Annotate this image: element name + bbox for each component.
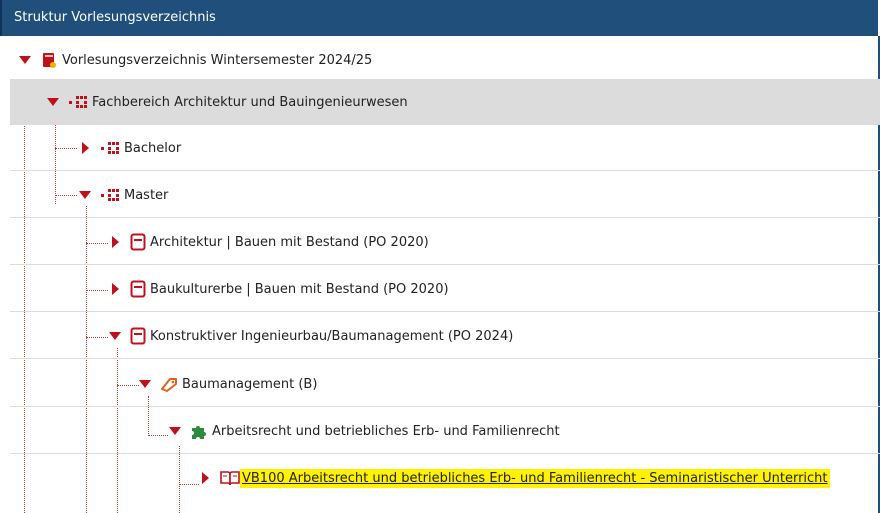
caret-right-icon[interactable]: [108, 235, 122, 249]
tree-label-faculty[interactable]: Fachbereich Architektur und Bauingenieur…: [92, 95, 408, 110]
tree-label-module[interactable]: Baumanagement (B): [182, 377, 317, 392]
tree-item-module[interactable]: Baumanagement (B): [10, 361, 880, 407]
tree-item-faculty[interactable]: Fachbereich Architektur und Bauingenieur…: [10, 79, 880, 125]
caret-down-icon[interactable]: [78, 188, 92, 202]
tree-label-program[interactable]: Architektur | Bauen mit Bestand (PO 2020…: [150, 235, 429, 250]
caret-down-icon[interactable]: [46, 95, 60, 109]
tree-label-program[interactable]: Baukulturerbe | Bauen mit Bestand (PO 20…: [150, 282, 449, 297]
tree-root[interactable]: Vorlesungsverzeichnis Wintersemester 202…: [0, 40, 880, 78]
org-unit-icon: [69, 96, 87, 108]
tree-item-master[interactable]: Master: [10, 172, 880, 218]
caret-down-icon[interactable]: [168, 424, 182, 438]
org-unit-icon: [101, 189, 119, 201]
puzzle-piece-icon: [192, 426, 206, 439]
tag-icon: [161, 378, 177, 392]
caret-down-icon[interactable]: [138, 377, 152, 391]
tree-item-course[interactable]: VB100 Arbeitsrecht und betriebliches Erb…: [10, 455, 880, 501]
tree-item-program[interactable]: Architektur | Bauen mit Bestand (PO 2020…: [10, 219, 880, 265]
tree-item-submodule[interactable]: Arbeitsrecht und betriebliches Erb- und …: [10, 408, 880, 454]
panel-title: Struktur Vorlesungsverzeichnis: [14, 10, 216, 25]
catalog-book-icon: [43, 53, 56, 68]
tree-label-bachelor[interactable]: Bachelor: [124, 141, 181, 156]
open-book-icon: [220, 471, 240, 486]
caret-down-icon[interactable]: [18, 53, 32, 67]
tree-item-program[interactable]: Konstruktiver Ingenieurbau/Baumanagement…: [10, 313, 880, 359]
caret-down-icon[interactable]: [108, 329, 122, 343]
tree-label-master[interactable]: Master: [124, 188, 168, 203]
tree-label-program[interactable]: Konstruktiver Ingenieurbau/Baumanagement…: [150, 329, 513, 344]
caret-right-icon[interactable]: [108, 282, 122, 296]
tree-label-root[interactable]: Vorlesungsverzeichnis Wintersemester 202…: [62, 53, 372, 68]
panel-header: Struktur Vorlesungsverzeichnis: [0, 0, 878, 36]
study-program-icon: [130, 327, 146, 345]
tree-label-submodule[interactable]: Arbeitsrecht und betriebliches Erb- und …: [212, 424, 560, 439]
caret-right-icon[interactable]: [78, 141, 92, 155]
tree-item-program[interactable]: Baukulturerbe | Bauen mit Bestand (PO 20…: [10, 266, 880, 312]
study-program-icon: [130, 233, 146, 251]
course-link[interactable]: VB100 Arbeitsrecht und betriebliches Erb…: [240, 468, 830, 488]
tree-item-bachelor[interactable]: Bachelor: [10, 125, 880, 171]
org-unit-icon: [101, 142, 119, 154]
caret-right-icon[interactable]: [198, 471, 212, 485]
structure-panel: Struktur Vorlesungsverzeichnis Vorlesung…: [0, 0, 880, 513]
study-program-icon: [130, 280, 146, 298]
